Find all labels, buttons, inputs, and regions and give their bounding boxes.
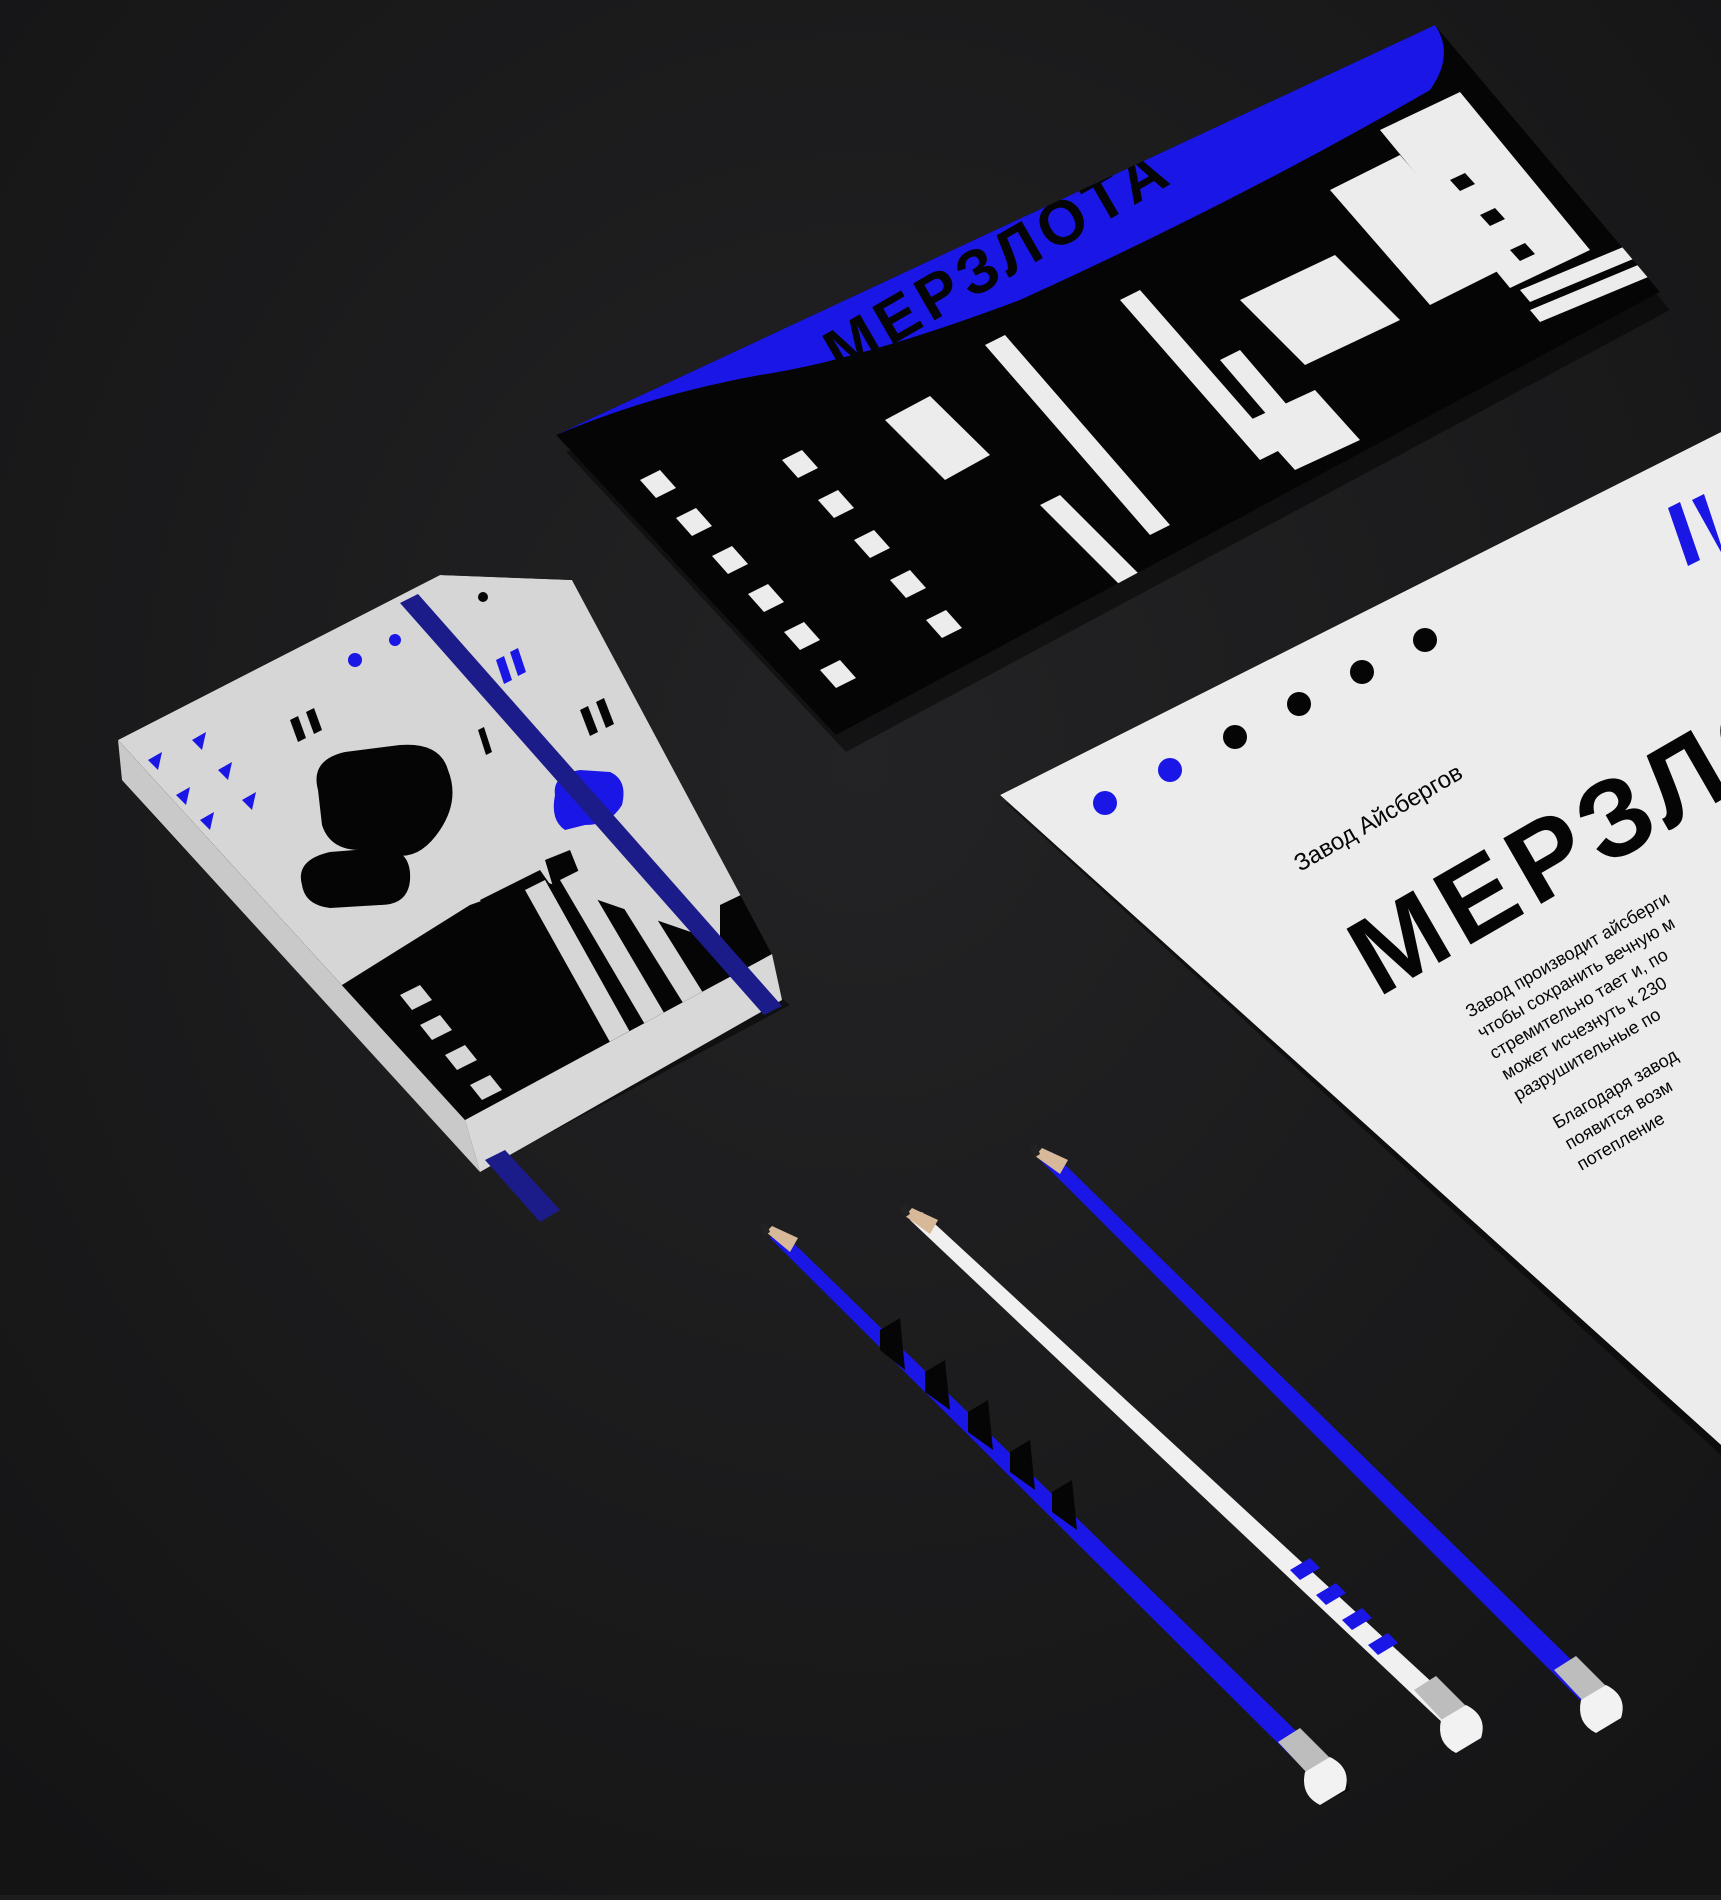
stationery-mockup-scene: МЕРЗЛОТА Завод Айсбергов МЕРЗЛОТА bbox=[0, 0, 1721, 1895]
